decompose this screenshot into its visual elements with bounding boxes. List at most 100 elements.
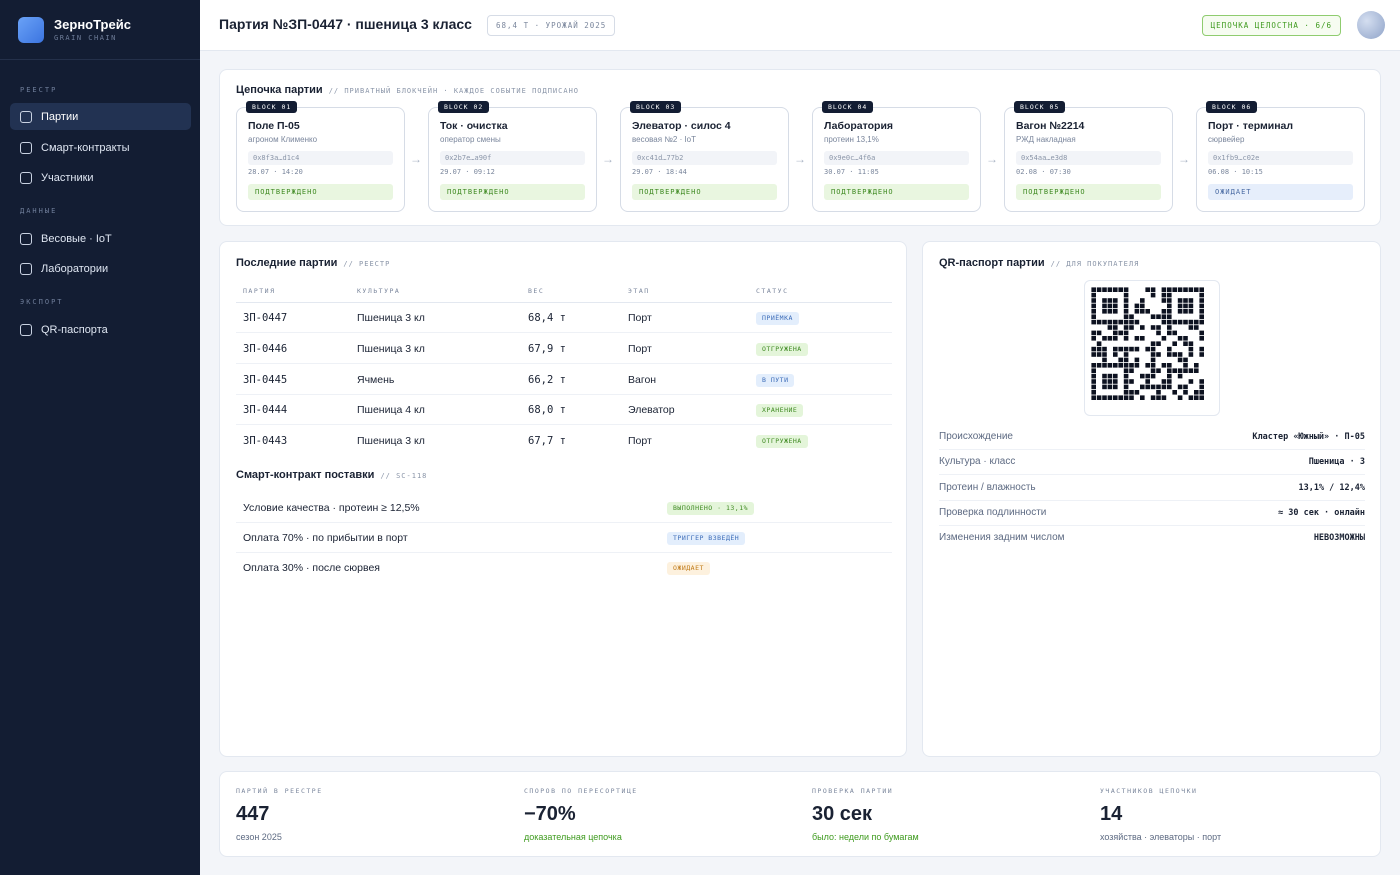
qr-module <box>1118 363 1123 368</box>
table-row[interactable]: ЗП-0445 Ячмень 66,2 т Вагон В ПУТИ <box>236 365 892 395</box>
table-row[interactable]: ЗП-0446 Пшеница 3 кл 67,9 т Порт ОТГРУЖЕ… <box>236 334 892 364</box>
qr-module <box>1183 303 1188 309</box>
passport-row: Культура · класс Пшеница · 3 <box>939 450 1365 475</box>
chain-block-6[interactable]: BLOCK 06 Порт · терминал сюрвейер 0x1fb9… <box>1196 101 1365 212</box>
sidebar-item-scales-iot[interactable]: Весовые · IoT <box>10 225 191 252</box>
block-tag: BLOCK 05 <box>1014 101 1066 113</box>
qr-module <box>1167 379 1172 384</box>
qr-module <box>1123 363 1129 368</box>
qr-module <box>1150 368 1156 373</box>
qr-module <box>1199 309 1204 314</box>
block-status: ПОДТВЕРЖДЕНО <box>1016 184 1161 200</box>
qr-module <box>1145 373 1150 379</box>
qr-module <box>1161 395 1167 400</box>
qr-module <box>1096 341 1102 346</box>
qr-module <box>1183 363 1188 368</box>
chain-card: Цепочка партии // ПРИВАТНЫЙ БЛОКЧЕЙН · КА… <box>219 69 1381 226</box>
chain-block-3[interactable]: BLOCK 03 Элеватор · силос 4 весовая №2 ·… <box>620 101 789 212</box>
qr-module <box>1107 309 1113 314</box>
contract-row[interactable]: Условие качества · протеин ≥ 12,5% ВЫПОЛ… <box>236 493 892 523</box>
qr-module <box>1129 390 1134 395</box>
block-status: ПОДТВЕРЖДЕНО <box>632 184 777 200</box>
qr-module <box>1140 309 1145 314</box>
qr-module <box>1199 314 1204 319</box>
status-badge: В ПУТИ <box>756 374 795 387</box>
table-row[interactable]: ЗП-0447 Пшеница 3 кл 68,4 т Порт ПРИЁМКА <box>236 303 892 333</box>
qr-module <box>1199 390 1204 395</box>
batch-crop: Пшеница 3 кл <box>357 312 425 324</box>
qr-module <box>1150 346 1156 352</box>
contract-condition: Условие качества · протеин ≥ 12,5% <box>243 502 420 514</box>
block-hash: 0x9e0c…4f6a <box>824 151 969 165</box>
contract-row[interactable]: Оплата 30% · после сюрвея ОЖИДАЕТ <box>236 553 892 583</box>
qr-module <box>1188 368 1194 373</box>
qr-module <box>1123 336 1129 341</box>
qr-module <box>1113 325 1118 330</box>
qr-module <box>1134 363 1140 368</box>
page-title: Партия №ЗП-0447 · пшеница 3 класс <box>219 16 472 32</box>
qr-module <box>1107 395 1113 400</box>
table-row[interactable]: ЗП-0443 Пшеница 3 кл 67,7 т Порт ОТГРУЖЕ… <box>236 426 892 456</box>
qr-module <box>1140 336 1145 341</box>
contract-row[interactable]: Оплата 70% · по прибытии в порт ТРИГГЕР … <box>236 523 892 553</box>
stat-note: доказательная цепочка <box>524 832 622 842</box>
chain-block-2[interactable]: BLOCK 02 Ток · очистка оператор смены 0x… <box>428 101 597 212</box>
chain-block-1[interactable]: BLOCK 01 Поле П-05 агроном Клименко 0x8f… <box>236 101 405 212</box>
qr-module <box>1188 309 1194 314</box>
passport-label: Изменения задним числом <box>939 532 1065 543</box>
contract-title-text: Смарт-контракт поставки <box>236 469 375 481</box>
column-header-crop: КУЛЬТУРА <box>357 287 401 295</box>
table-row[interactable]: ЗП-0444 Пшеница 4 кл 68,0 т Элеватор ХРА… <box>236 395 892 425</box>
sidebar-item-qr-passports[interactable]: QR-паспорта <box>10 316 191 343</box>
qr-module <box>1129 395 1134 400</box>
qr-module <box>1102 384 1107 390</box>
block-name: Элеватор · силос 4 <box>632 120 731 132</box>
qr-module <box>1199 352 1204 357</box>
qr-module <box>1167 346 1172 352</box>
qr-module <box>1150 325 1156 330</box>
sidebar-item-labs[interactable]: Лаборатории <box>10 255 191 282</box>
qr-module <box>1188 287 1194 292</box>
qr-module <box>1129 363 1134 368</box>
batch-id: ЗП-0447 <box>243 312 288 324</box>
batch-id: ЗП-0445 <box>243 374 288 386</box>
sidebar-item-smart-contracts[interactable]: Смарт-контракты <box>10 134 191 161</box>
sidebar-item-batches[interactable]: Партии <box>10 103 191 130</box>
qr-module <box>1091 395 1096 400</box>
qr-module <box>1102 379 1107 384</box>
qr-module <box>1167 352 1172 357</box>
passport-title-text: QR-паспорт партии <box>939 257 1045 269</box>
qr-module <box>1118 395 1123 400</box>
block-tag: BLOCK 03 <box>630 101 682 113</box>
stats-card: ПАРТИЙ В РЕЕСТРЕ 447 сезон 2025 СПОРОВ П… <box>219 771 1381 857</box>
avatar[interactable] <box>1357 11 1385 39</box>
qr-module <box>1199 287 1204 292</box>
qr-module <box>1172 390 1177 395</box>
contract-status-badge: ВЫПОЛНЕНО · 13,1% <box>667 502 755 515</box>
chain-integrity-badge[interactable]: ЦЕПОЧКА ЦЕЛОСТНА · 6/6 <box>1201 15 1341 36</box>
qr-module <box>1188 319 1194 325</box>
qr-module <box>1107 319 1113 325</box>
qr-module <box>1091 303 1096 309</box>
chain-block-5[interactable]: BLOCK 05 Вагон №2214 РЖД накладная 0x54a… <box>1004 101 1173 212</box>
qr-module <box>1167 368 1172 373</box>
qr-module <box>1161 314 1167 319</box>
chain-block-4[interactable]: BLOCK 04 Лаборатория протеин 13,1% 0x9e0… <box>812 101 981 212</box>
qr-code[interactable] <box>1084 280 1220 416</box>
batch-stage: Элеватор <box>628 404 675 416</box>
qr-module <box>1096 352 1102 357</box>
qr-module <box>1123 292 1129 298</box>
qr-module <box>1150 373 1156 379</box>
qr-module <box>1145 309 1150 314</box>
block-timestamp: 29.07 · 09:12 <box>440 168 495 176</box>
qr-module <box>1150 352 1156 357</box>
qr-module <box>1123 314 1129 319</box>
qr-module <box>1107 373 1113 379</box>
sidebar-item-participants[interactable]: Участники <box>10 164 191 191</box>
block-tag: BLOCK 06 <box>1206 101 1258 113</box>
qr-module <box>1123 303 1129 309</box>
qr-module <box>1194 325 1199 330</box>
block-description: протеин 13,1% <box>824 135 879 144</box>
qr-module <box>1140 373 1145 379</box>
qr-module <box>1102 298 1107 303</box>
